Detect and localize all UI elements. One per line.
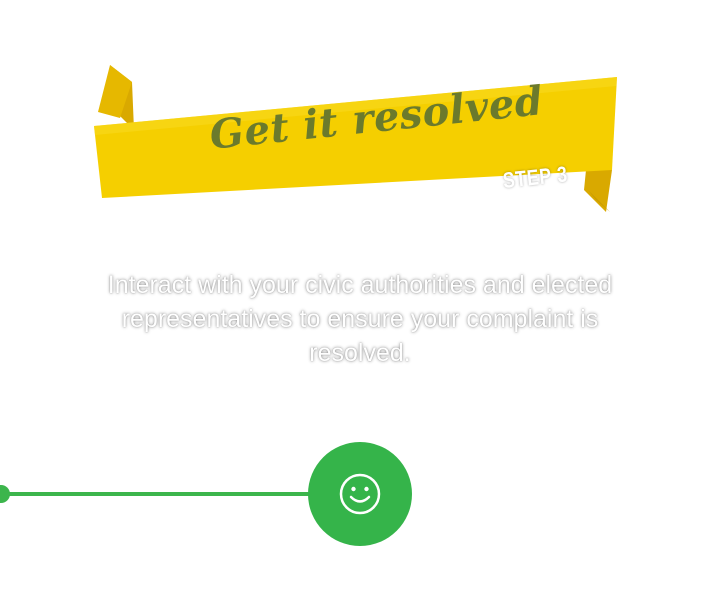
smiley-icon: [339, 473, 381, 515]
timeline-line: [0, 492, 320, 496]
resolved-status-circle: [308, 442, 412, 546]
step-description: Interact with your civic authorities and…: [107, 271, 613, 367]
step-section: Get it resolved STEP 3 Interact with you…: [0, 0, 720, 600]
timeline-dot: [0, 485, 10, 503]
